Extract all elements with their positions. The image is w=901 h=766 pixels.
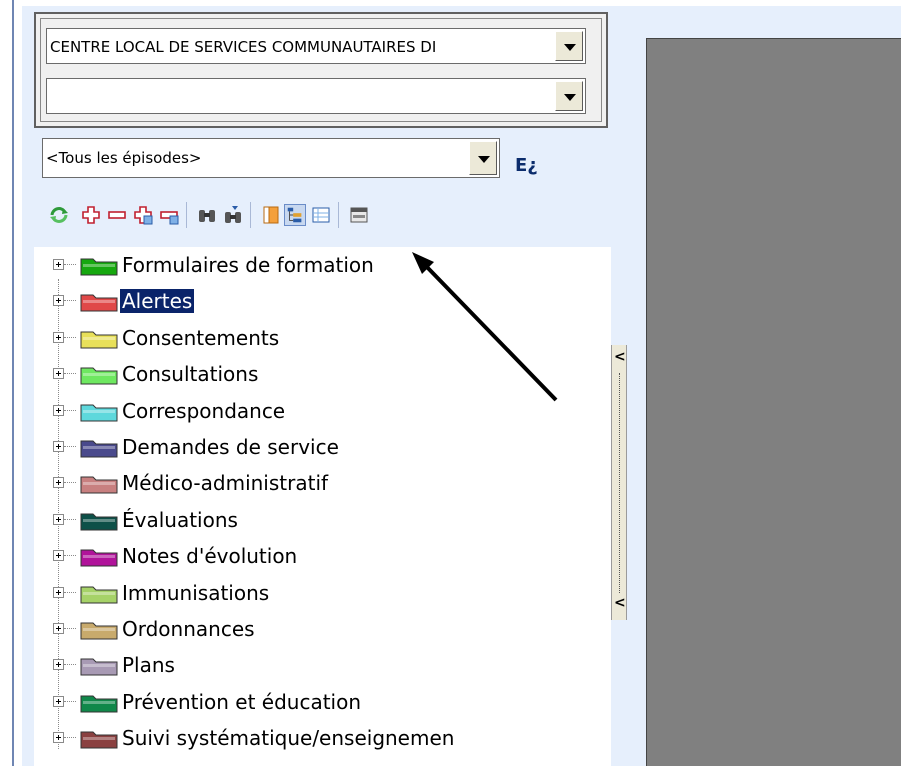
tree-item[interactable]: Consultations bbox=[34, 356, 611, 392]
tree-item[interactable]: Médico-administratif bbox=[34, 465, 611, 501]
expand-icon[interactable] bbox=[53, 695, 64, 707]
folder-icon bbox=[80, 404, 118, 422]
tree-item-label: Médico-administratif bbox=[122, 471, 329, 496]
collapse-all-icon[interactable] bbox=[158, 204, 180, 226]
tree-item-label: Suivi systématique/enseignemen bbox=[122, 726, 455, 751]
expand-icon[interactable] bbox=[53, 550, 64, 562]
tree-item-label: Correspondance bbox=[122, 398, 286, 423]
folder-icon bbox=[80, 331, 118, 349]
tree-item-label: Demandes de service bbox=[122, 435, 339, 459]
folder-icon bbox=[80, 513, 118, 531]
tree-item[interactable]: Correspondance bbox=[34, 393, 611, 429]
tree-item[interactable]: Immunisations bbox=[34, 575, 611, 611]
tree-item-label: Consultations bbox=[122, 362, 259, 387]
chevron-down-icon bbox=[564, 94, 576, 101]
expand-icon[interactable] bbox=[53, 477, 64, 489]
panel-splitter[interactable]: < < bbox=[611, 345, 627, 620]
tree-item-label: Évaluations bbox=[122, 507, 238, 532]
window-left-edge bbox=[0, 0, 22, 766]
episode-combo[interactable]: <Tous les épisodes> bbox=[42, 138, 500, 178]
document-tree: Formulaires de formation Alertes Consentem… bbox=[34, 247, 611, 766]
find-next-icon[interactable] bbox=[222, 204, 244, 226]
tree-item[interactable]: Suivi systématique/enseignemen bbox=[34, 720, 611, 756]
find-icon[interactable] bbox=[196, 204, 218, 226]
tree-item[interactable]: Ordonnances bbox=[34, 611, 611, 647]
expand-icon[interactable] bbox=[53, 659, 64, 671]
folder-icon bbox=[80, 476, 118, 494]
add-icon[interactable] bbox=[80, 204, 102, 226]
expand-icon[interactable] bbox=[53, 623, 64, 634]
expand-icon[interactable] bbox=[53, 259, 64, 270]
folder-icon bbox=[80, 731, 118, 749]
folder-icon bbox=[80, 658, 118, 676]
establishment-combo[interactable]: CENTRE LOCAL DE SERVICES COMMUNAUTAIRES … bbox=[46, 28, 586, 64]
tree-item-label: Formulaires de formation bbox=[122, 253, 374, 277]
tree-item[interactable]: Prévention et éducation bbox=[34, 684, 611, 720]
document-view-icon[interactable] bbox=[260, 204, 282, 226]
episode-combo-value: <Tous les épisodes> bbox=[46, 149, 202, 167]
folder-icon bbox=[80, 440, 118, 458]
list-view-icon[interactable] bbox=[310, 204, 332, 226]
content-panel bbox=[646, 38, 901, 766]
tree-item-label: Consentements bbox=[122, 325, 280, 350]
establishment-filter-group: CENTRE LOCAL DE SERVICES COMMUNAUTAIRES … bbox=[34, 12, 608, 128]
tree-item[interactable]: Alertes bbox=[34, 283, 611, 319]
expand-icon[interactable] bbox=[53, 295, 64, 307]
collapse-arrow-bottom[interactable]: < bbox=[614, 595, 626, 611]
secondary-combo[interactable] bbox=[46, 78, 586, 114]
tree-item-label: Notes d'évolution bbox=[122, 544, 298, 569]
expand-icon[interactable] bbox=[53, 368, 64, 380]
folder-icon bbox=[80, 258, 118, 276]
establishment-dropdown-button[interactable] bbox=[555, 31, 583, 61]
expand-icon[interactable] bbox=[53, 586, 64, 598]
tree-item-label: Prévention et éducation bbox=[122, 689, 362, 714]
tree-item[interactable]: Plans bbox=[34, 647, 611, 683]
folder-icon bbox=[80, 586, 118, 604]
tree-item[interactable]: Formulaires de formation bbox=[34, 247, 611, 283]
tree-item[interactable]: Évaluations bbox=[34, 502, 611, 538]
tree-item-label: Ordonnances bbox=[122, 617, 255, 641]
tree-view-icon[interactable] bbox=[284, 204, 306, 226]
episode-side-label: E¿ bbox=[515, 155, 538, 176]
top-strip bbox=[22, 0, 901, 6]
refresh-icon[interactable] bbox=[48, 204, 70, 226]
remove-icon[interactable] bbox=[106, 204, 128, 226]
tree-item[interactable]: Demandes de service bbox=[34, 429, 611, 465]
tree-item-label: Immunisations bbox=[122, 580, 270, 605]
expand-icon[interactable] bbox=[53, 331, 64, 343]
chevron-down-icon bbox=[564, 44, 576, 51]
episode-dropdown-button[interactable] bbox=[469, 141, 497, 175]
expand-icon[interactable] bbox=[53, 513, 64, 525]
collapse-arrow-top[interactable]: < bbox=[614, 349, 626, 365]
expand-icon[interactable] bbox=[53, 441, 64, 452]
panel-view-icon[interactable] bbox=[348, 204, 370, 226]
expand-icon[interactable] bbox=[53, 404, 64, 416]
tree-item[interactable]: Consentements bbox=[34, 320, 611, 356]
window-left-border bbox=[12, 0, 14, 766]
tree-item-label: Alertes bbox=[120, 289, 195, 314]
tree-item[interactable]: Notes d'évolution bbox=[34, 538, 611, 574]
expand-icon[interactable] bbox=[53, 732, 64, 744]
folder-icon bbox=[80, 367, 118, 385]
secondary-dropdown-button[interactable] bbox=[555, 81, 583, 111]
chevron-down-icon bbox=[478, 156, 490, 163]
expand-all-icon[interactable] bbox=[132, 204, 154, 226]
folder-icon bbox=[80, 622, 118, 640]
establishment-combo-value: CENTRE LOCAL DE SERVICES COMMUNAUTAIRES … bbox=[50, 38, 437, 56]
folder-icon bbox=[80, 294, 118, 312]
folder-icon bbox=[80, 549, 118, 567]
tree-item-label: Plans bbox=[122, 653, 175, 678]
folder-icon bbox=[80, 695, 118, 713]
